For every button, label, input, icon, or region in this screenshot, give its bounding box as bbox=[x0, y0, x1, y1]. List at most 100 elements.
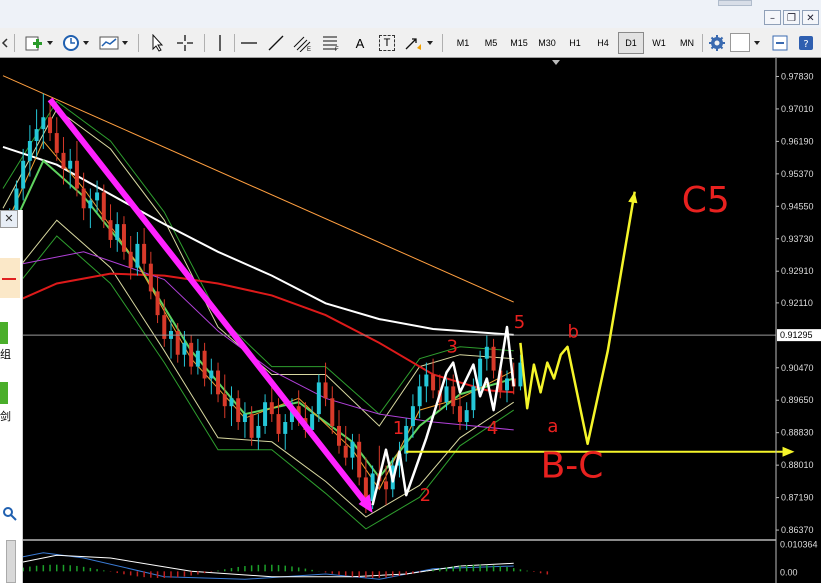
svg-text:E: E bbox=[307, 47, 311, 52]
wave-label: 5 bbox=[514, 312, 525, 333]
crosshair-icon bbox=[177, 35, 193, 51]
candle bbox=[276, 414, 281, 434]
wave-label: 1 bbox=[393, 418, 404, 439]
price-tick-label: 0.90470 bbox=[781, 363, 814, 373]
candle bbox=[216, 370, 221, 395]
cursor-icon bbox=[152, 34, 164, 52]
candle bbox=[330, 398, 335, 426]
equidistant-channel-tool[interactable]: E bbox=[292, 32, 314, 54]
vertical-line-tool[interactable] bbox=[210, 32, 230, 54]
text-label-icon: T bbox=[379, 35, 395, 51]
settings-button[interactable] bbox=[706, 32, 728, 54]
panel-highlight-block bbox=[0, 258, 20, 298]
close-button[interactable]: ✕ bbox=[802, 10, 819, 25]
chart-toolbar: E F A T M1 M5 M15 M30 H1 H4 D1 W1 MN ? bbox=[0, 28, 821, 58]
candle bbox=[101, 192, 106, 221]
chevron-down-icon bbox=[83, 41, 89, 45]
scroll-left-icon[interactable] bbox=[0, 32, 10, 54]
new-chart-button[interactable] bbox=[22, 32, 46, 54]
panel-search-button[interactable] bbox=[2, 506, 18, 526]
periods-button[interactable] bbox=[60, 32, 82, 54]
panel-close-button[interactable]: ✕ bbox=[0, 210, 18, 228]
price-tick-label: 0.96190 bbox=[781, 136, 814, 146]
price-tick-label: 0.89650 bbox=[781, 395, 814, 405]
trendline-tool[interactable] bbox=[265, 32, 287, 54]
panel-char-2: 剑 bbox=[0, 410, 11, 423]
timeframe-h1[interactable]: H1 bbox=[562, 32, 588, 54]
panel-green-icon[interactable] bbox=[0, 322, 8, 344]
timeframe-m1[interactable]: M1 bbox=[450, 32, 476, 54]
crosshair-tool-button[interactable] bbox=[174, 32, 196, 54]
candle bbox=[478, 358, 483, 387]
price-tick-label: 0.94550 bbox=[781, 201, 814, 211]
wave-label: B-C bbox=[541, 445, 604, 486]
candle bbox=[128, 251, 133, 268]
price-tick-label: 0.93730 bbox=[781, 234, 814, 244]
candle bbox=[229, 398, 234, 407]
wave-label: 4 bbox=[487, 418, 498, 439]
periods-dropdown[interactable] bbox=[82, 32, 90, 54]
timeframe-m5[interactable]: M5 bbox=[478, 32, 504, 54]
candle bbox=[222, 394, 227, 407]
candle bbox=[269, 402, 274, 415]
candle bbox=[48, 117, 53, 134]
price-tick-label: 0.97010 bbox=[781, 104, 814, 114]
candle bbox=[81, 188, 86, 209]
candle bbox=[417, 386, 422, 407]
toolbar-separator bbox=[138, 34, 139, 52]
chevron-down-icon bbox=[122, 41, 128, 45]
help-button[interactable]: ? bbox=[796, 32, 816, 54]
price-tick-label: 0.95370 bbox=[781, 169, 814, 179]
channel-icon: E bbox=[293, 36, 311, 52]
timeframe-w1[interactable]: W1 bbox=[646, 32, 672, 54]
candle bbox=[34, 129, 39, 141]
toolbar-separator bbox=[442, 34, 443, 52]
candle bbox=[61, 152, 66, 169]
templates-button[interactable] bbox=[98, 32, 120, 54]
timeframe-d1[interactable]: D1 bbox=[618, 32, 644, 54]
minimize-button[interactable]: – bbox=[764, 10, 781, 25]
wave-label: C5 bbox=[682, 180, 730, 221]
candle bbox=[74, 160, 79, 189]
candle bbox=[323, 382, 328, 399]
candle bbox=[343, 445, 348, 458]
fibonacci-tool[interactable]: F bbox=[320, 32, 342, 54]
restore-button[interactable]: ❐ bbox=[783, 10, 800, 25]
candle bbox=[283, 422, 288, 434]
candle bbox=[505, 378, 509, 391]
timeframe-m30[interactable]: M30 bbox=[534, 32, 560, 54]
candle bbox=[310, 414, 315, 430]
panel-green-icon[interactable] bbox=[0, 382, 8, 404]
text-icon: A bbox=[355, 35, 365, 51]
timeframe-mn[interactable]: MN bbox=[674, 32, 700, 54]
search-icon bbox=[3, 507, 17, 521]
cursor-tool-button[interactable] bbox=[146, 32, 168, 54]
new-chart-dropdown[interactable] bbox=[46, 32, 54, 54]
gear-icon bbox=[709, 35, 725, 51]
templates-dropdown[interactable] bbox=[121, 32, 129, 54]
wave-label: a bbox=[547, 416, 558, 437]
candle bbox=[195, 350, 200, 367]
panel-scrollbar[interactable] bbox=[6, 540, 16, 583]
price-tick-label: 0.86370 bbox=[781, 525, 814, 535]
zoom-out-button[interactable] bbox=[770, 32, 790, 54]
price-tick-label: 0.88830 bbox=[781, 428, 814, 438]
svg-text:F: F bbox=[335, 47, 339, 52]
timeframe-h4[interactable]: H4 bbox=[590, 32, 616, 54]
horizontal-line-tool[interactable] bbox=[238, 32, 260, 54]
toolbar-separator bbox=[702, 34, 703, 52]
candle bbox=[202, 350, 207, 379]
text-label-tool[interactable]: T bbox=[376, 32, 398, 54]
profile-select[interactable] bbox=[730, 33, 750, 52]
text-tool-button[interactable]: A bbox=[350, 32, 370, 54]
candle bbox=[464, 410, 469, 423]
price-chart[interactable]: 1 2 3 4 5 a b B-C C5 0.97830 0.97010 0.96190 0.9537… bbox=[0, 58, 821, 583]
profile-dropdown[interactable] bbox=[752, 32, 762, 54]
panel-char-1: 组 bbox=[0, 348, 11, 361]
timeframe-m15[interactable]: M15 bbox=[506, 32, 532, 54]
arrows-tool[interactable] bbox=[402, 32, 424, 54]
help-icon: ? bbox=[799, 36, 813, 50]
arrows-dropdown[interactable] bbox=[426, 32, 434, 54]
candle bbox=[182, 342, 187, 355]
side-panel: ✕ 组 剑 bbox=[0, 210, 23, 583]
